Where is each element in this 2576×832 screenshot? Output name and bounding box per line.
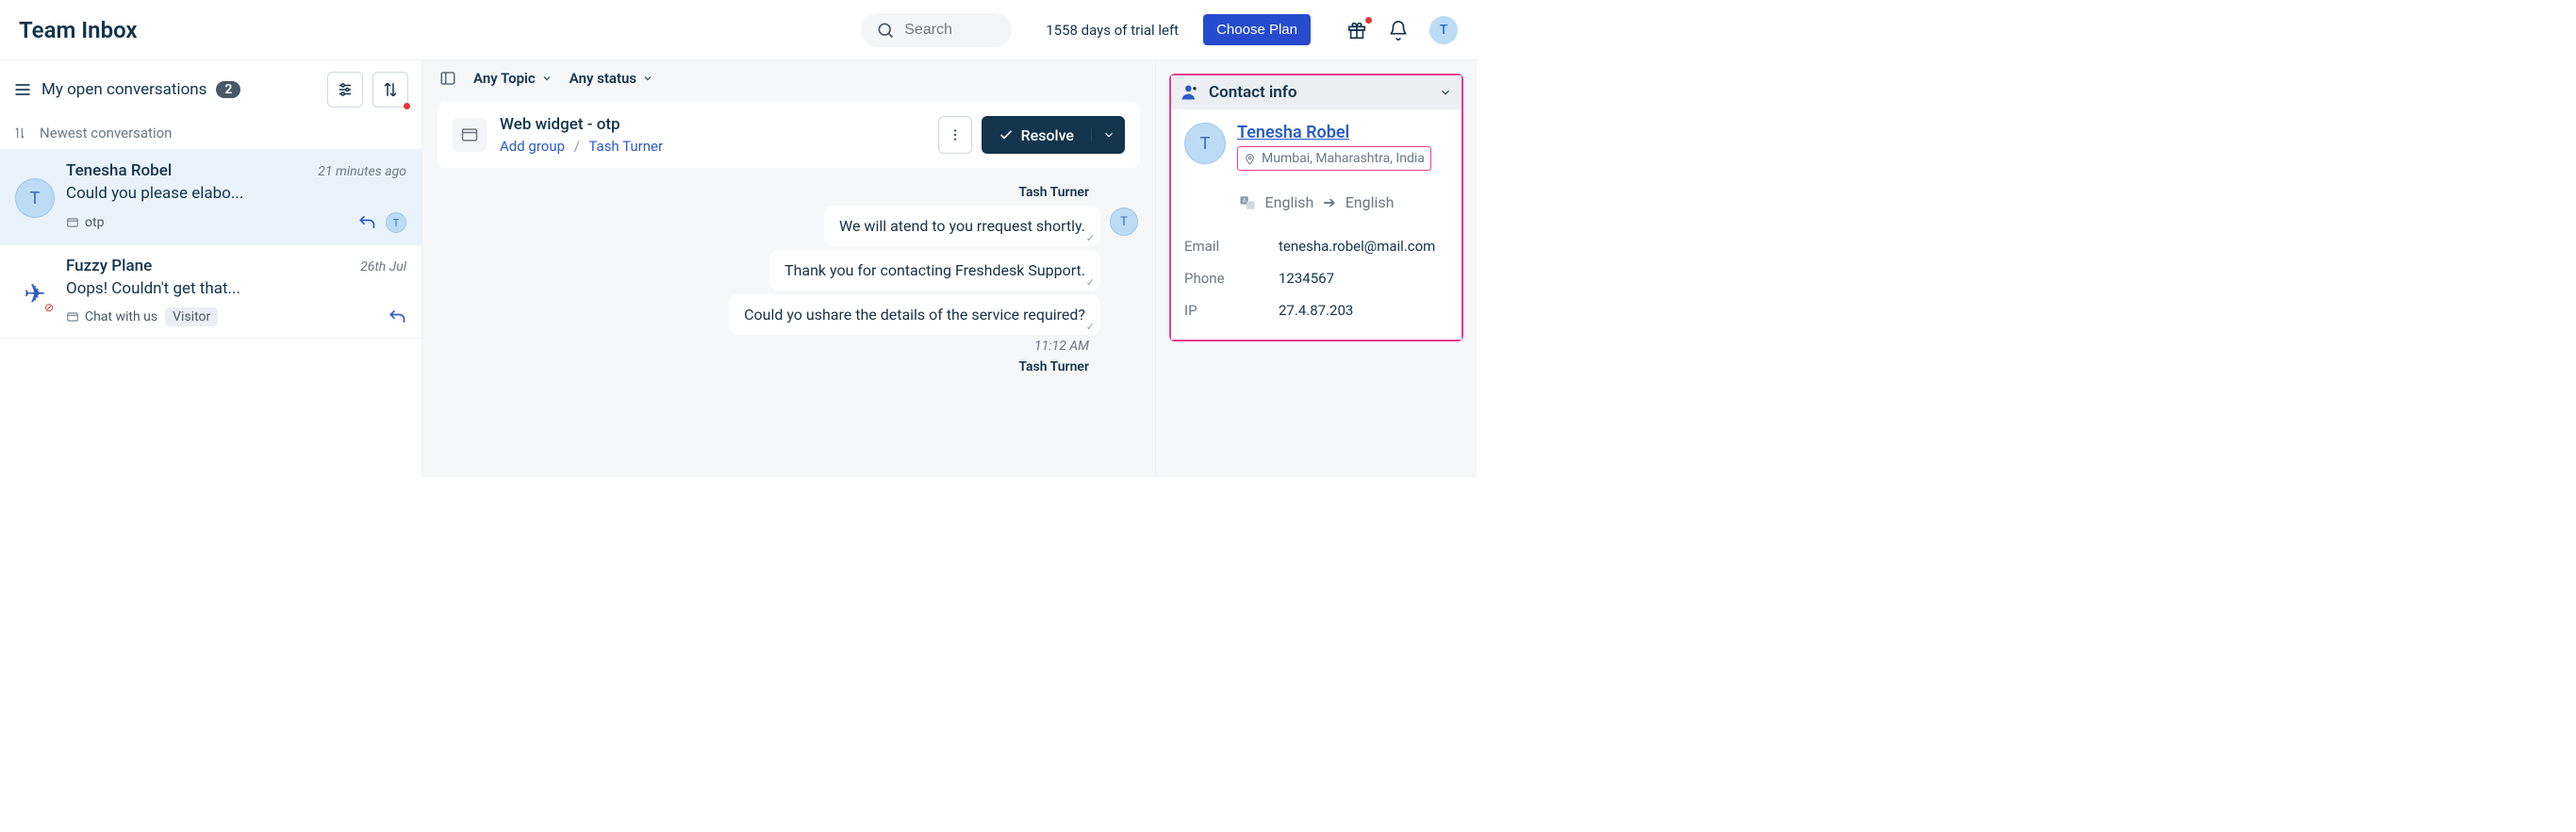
source-widget-icon [453,118,487,152]
search-icon [876,21,895,40]
reply-icon[interactable] [388,308,406,326]
sort-direction-icon[interactable] [13,126,26,140]
location-icon [1244,153,1256,165]
message-list: Tash Turner We will atend to you rreques… [422,181,1155,477]
message-sender-name: Tash Turner [439,359,1089,374]
contact-phone: 1234567 [1279,270,1448,287]
topic-filter[interactable]: Any Topic [473,70,553,87]
more-actions-button[interactable] [938,116,972,154]
filter-button[interactable] [327,72,363,108]
contact-location: Mumbai, Maharashtra, India [1237,146,1431,171]
conversation-time: 21 minutes ago [318,164,406,179]
contact-icon [1181,83,1199,102]
topic-tag: Chat with us [66,309,157,324]
contact-info-panel: Contact info T Tenesha Robel Mumbai, Mah… [1156,60,1477,477]
blocked-icon: ⊘ [41,300,57,315]
contact-phone-row: Phone 1234567 [1184,262,1448,294]
conversation-count-badge: 2 [216,81,240,98]
delivered-icon: ✓ [1086,321,1095,333]
conversation-header-card: Web widget - otp Add group / Tash Turner… [438,102,1140,168]
contact-avatar: ✈ ⊘ [15,274,55,313]
contact-avatar: T [1184,123,1226,164]
message-time: 11:12 AM [439,339,1089,354]
topic-tag: otp [66,215,104,230]
resolve-dropdown[interactable] [1091,128,1125,141]
assigned-agent-avatar: T [386,212,406,233]
message-bubble: We will atend to you rrequest shortly. ✓ [824,206,1100,246]
sort-button[interactable] [372,72,408,108]
reply-icon[interactable] [357,213,376,232]
user-avatar[interactable]: T [1429,16,1458,44]
message-sender-name: Tash Turner [439,185,1089,200]
conversation-source: Web widget - otp [500,115,925,134]
choose-plan-button[interactable]: Choose Plan [1203,14,1311,45]
bell-icon[interactable] [1388,20,1409,41]
hamburger-icon[interactable] [13,80,32,99]
delivered-icon: ✓ [1086,276,1095,289]
gift-icon[interactable] [1346,20,1367,41]
conversation-snippet: Could you please elabo... [66,184,406,203]
contact-email: tenesha.robel@mail.com [1279,238,1448,255]
chevron-down-icon [541,73,553,84]
conversation-item[interactable]: ✈ ⊘ Fuzzy Plane 26th Jul Oops! Couldn't … [0,245,421,339]
message-bubble: Could yo ushare the details of the servi… [729,294,1100,335]
contact-ip: 27.4.87.203 [1279,302,1448,319]
page-title: Team Inbox [19,17,138,43]
status-filter[interactable]: Any status [570,70,653,87]
contact-info-header[interactable]: Contact info [1171,75,1461,109]
translation-row: A English ➔ English [1184,193,1448,211]
view-name[interactable]: My open conversations [41,80,206,99]
conversation-time: 26th Jul [360,259,406,275]
visitor-badge: Visitor [165,308,218,326]
conversation-main: Any Topic Any status Web widget - otp Ad… [422,60,1156,477]
trial-text: 1558 days of trial left [1046,22,1179,39]
contact-avatar: T [15,178,55,218]
search-box[interactable] [861,13,1012,47]
svg-text:A: A [1242,197,1246,204]
assigned-agent-link[interactable]: Tash Turner [588,138,663,155]
panel-icon[interactable] [439,70,456,87]
chevron-down-icon [642,73,653,84]
delivered-icon: ✓ [1086,232,1095,244]
message-bubble: Thank you for contacting Freshdesk Suppo… [769,250,1100,291]
contact-name: Fuzzy Plane [66,257,152,275]
agent-avatar: T [1110,208,1138,236]
contact-name: Tenesha Robel [66,161,172,180]
widget-icon [66,310,79,324]
resolve-button[interactable]: Resolve [982,116,1125,154]
translate-icon: A [1239,194,1256,211]
conversation-snippet: Oops! Couldn't get that... [66,279,406,298]
chevron-down-icon [1439,86,1452,99]
chevron-down-icon [1102,128,1115,141]
contact-ip-row: IP 27.4.87.203 [1184,294,1448,326]
check-icon [999,127,1014,142]
app-header: Team Inbox 1558 days of trial left Choos… [0,0,1477,60]
sort-label: Newest conversation [40,125,172,141]
conversation-list-sidebar: My open conversations 2 Newest conversat… [0,60,422,477]
add-group-link[interactable]: Add group [500,138,565,155]
widget-icon [66,216,79,229]
contact-email-row: Email tenesha.robel@mail.com [1184,230,1448,262]
sort-indicator-dot [404,103,410,109]
contact-name-link[interactable]: Tenesha Robel [1237,123,1431,142]
conversation-item[interactable]: T Tenesha Robel 21 minutes ago Could you… [0,150,421,245]
notification-dot [1365,17,1372,24]
search-input[interactable] [904,22,997,39]
arrow-right-icon: ➔ [1323,193,1335,211]
